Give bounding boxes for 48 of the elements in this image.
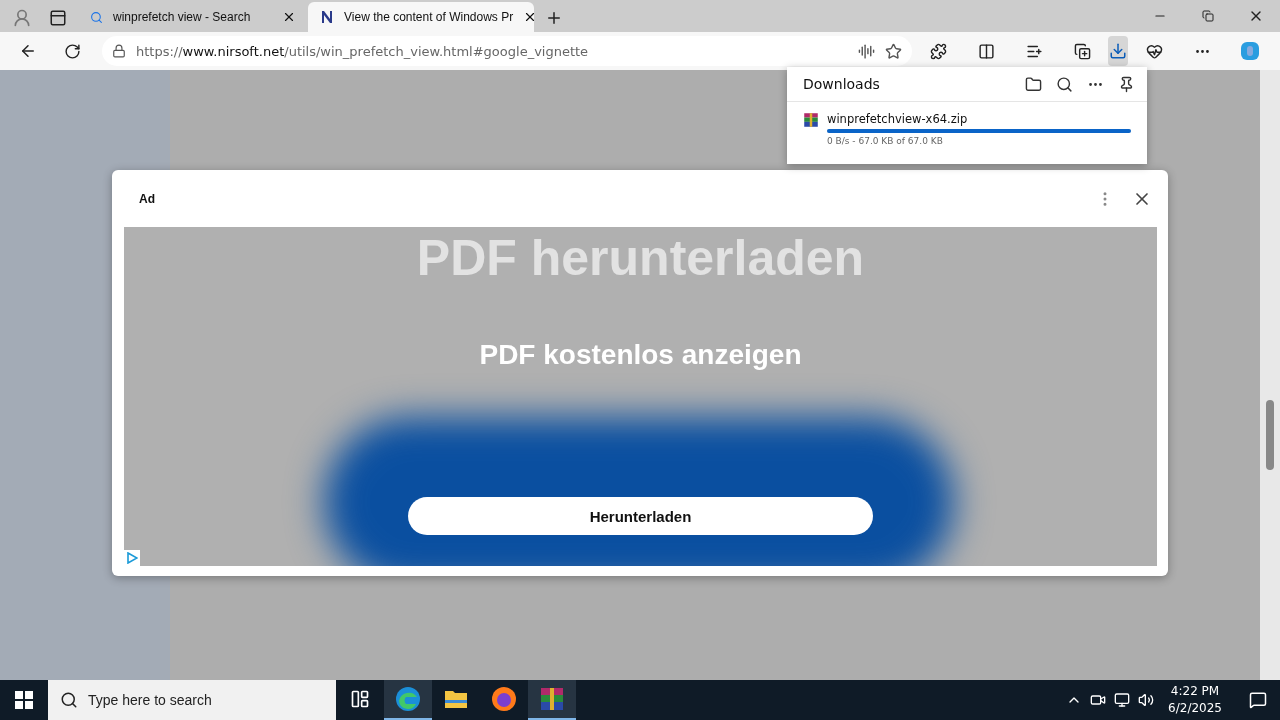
close-tab-icon[interactable] — [282, 10, 296, 24]
taskbar-search-field[interactable]: Type here to search — [48, 680, 336, 720]
tab-actions-icon[interactable] — [49, 9, 67, 27]
archive-app-icon — [539, 686, 565, 712]
extensions-icon[interactable] — [929, 42, 947, 60]
collections-icon[interactable] — [1073, 42, 1091, 60]
address-bar[interactable]: https://www.nirsoft.net/utils/win_prefetch_view.html#google_vignette — [102, 36, 912, 66]
pin-icon[interactable] — [1118, 75, 1135, 93]
restore-icon[interactable] — [1202, 10, 1214, 22]
ad-headline: PDF kostenlos anzeigen — [479, 339, 802, 371]
profile-icon[interactable] — [12, 8, 32, 28]
search-icon[interactable] — [1056, 75, 1073, 93]
new-tab-icon[interactable] — [545, 9, 563, 27]
taskbar-app[interactable] — [528, 680, 576, 720]
ad-choices-icon[interactable] — [124, 550, 140, 566]
browser-tab[interactable]: winprefetch view - Search — [78, 2, 304, 32]
taskbar-app[interactable] — [384, 680, 432, 720]
folder-icon[interactable] — [1025, 75, 1042, 93]
read-aloud-icon[interactable] — [858, 42, 875, 60]
folder-icon — [444, 688, 468, 710]
copilot-icon[interactable] — [1239, 40, 1261, 62]
camera-icon[interactable] — [1090, 692, 1107, 708]
search-icon — [90, 10, 103, 24]
scrollbar[interactable] — [1260, 70, 1280, 680]
favorite-icon[interactable] — [885, 42, 902, 60]
reload-icon[interactable] — [63, 42, 81, 60]
browser-tab[interactable]: View the content of Windows Pr — [308, 2, 534, 32]
windows-logo-icon — [15, 691, 33, 709]
firefox-icon — [491, 686, 517, 712]
file-name[interactable]: winprefetchview-x64.zip — [827, 112, 1131, 126]
url-text: https://www.nirsoft.net/utils/win_prefetch_view.html#google_vignette — [136, 43, 590, 59]
download-button[interactable]: Herunterladen — [408, 497, 873, 535]
browser-icon — [395, 686, 421, 712]
download-status: 0 B/s - 67.0 KB of 67.0 KB — [827, 136, 944, 146]
volume-icon[interactable] — [1138, 692, 1155, 708]
search-icon — [60, 691, 78, 709]
notifications-icon[interactable] — [1249, 691, 1267, 709]
site-favicon — [320, 10, 334, 24]
split-screen-icon[interactable] — [977, 42, 995, 60]
back-icon[interactable] — [19, 42, 37, 60]
lock-icon — [112, 44, 126, 58]
downloads-button[interactable] — [1108, 36, 1128, 66]
archive-file-icon — [803, 112, 819, 128]
panel-title: Downloads — [803, 76, 880, 92]
ad-label: Ad — [139, 191, 155, 206]
task-view-icon — [350, 689, 370, 709]
heart-pulse-icon[interactable] — [1145, 42, 1163, 60]
clock[interactable]: 4:22 PM 6/2/2025 — [1162, 683, 1228, 717]
